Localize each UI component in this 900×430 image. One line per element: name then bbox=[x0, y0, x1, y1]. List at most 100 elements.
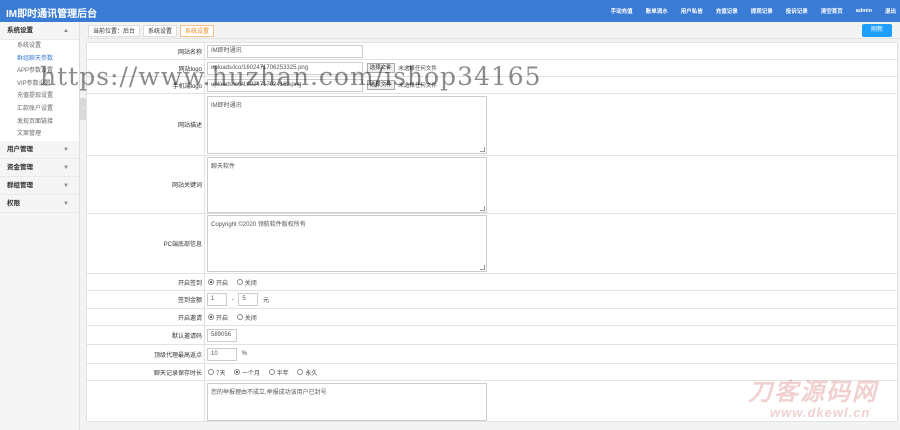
reject-notice-text: 您的举报理由不成立,举报成功该用户已封号 bbox=[211, 390, 327, 396]
chat-retention-halfyear-label: 半年 bbox=[276, 370, 289, 377]
chevron-down-icon: ▼ bbox=[63, 146, 69, 153]
chat-retention-radio-1month[interactable] bbox=[234, 369, 241, 375]
signin-open-off-label: 关闭 bbox=[244, 280, 257, 287]
nav-clear-home[interactable]: 清空首页 bbox=[821, 7, 843, 15]
nav-manual-recharge[interactable]: 手动充值 bbox=[611, 7, 633, 15]
sidebar-item-remit-account[interactable]: 汇款账户设置 bbox=[0, 103, 79, 116]
pc-logo-file-status: 未选择任何文件 bbox=[398, 66, 437, 72]
sidebar-item-vip-params[interactable]: VIP参数设置 bbox=[0, 78, 79, 91]
nav-logout[interactable]: 退出 bbox=[885, 7, 896, 15]
reject-notice-textarea[interactable]: 您的举报理由不成立,举报成功该用户已封号 bbox=[207, 383, 487, 421]
reject-notice-label bbox=[86, 380, 205, 422]
nav-bill-flow[interactable]: 账单流水 bbox=[646, 7, 668, 15]
resize-grip-icon[interactable] bbox=[480, 265, 485, 270]
pc-logo-label: 网站logo bbox=[86, 59, 205, 77]
nav-withdraw-records[interactable]: 提现记录 bbox=[751, 7, 773, 15]
menu-group-fund-management[interactable]: 资金管理 ▼ bbox=[0, 159, 79, 177]
form-row-chat-retention: 聊天记录保存时长 7天 一个月 半年 永久 bbox=[86, 363, 898, 381]
chat-retention-radio-halfyear[interactable] bbox=[268, 369, 275, 375]
invite-open-radio-on[interactable] bbox=[208, 314, 214, 320]
signin-open-radio-off[interactable] bbox=[236, 279, 243, 285]
nav-recharge-records[interactable]: 充值记录 bbox=[716, 7, 738, 15]
signin-open-on-label: 开启 bbox=[216, 280, 229, 287]
settings-table: 网站名称 IM即时通讯 网站logo uploads/ico/160247170… bbox=[86, 42, 898, 422]
site-name-input[interactable]: IM即时通讯 bbox=[207, 44, 363, 58]
app-title: IM即时通讯管理后台 bbox=[6, 9, 98, 20]
chat-retention-7days-label: 7天 bbox=[216, 370, 226, 377]
nav-admin-user[interactable]: admin bbox=[856, 8, 872, 14]
sidebar-item-group-chat-params[interactable]: 群组聊天参数 bbox=[0, 53, 79, 66]
chevron-down-icon: ▼ bbox=[63, 182, 69, 189]
menu-group-label: 资金管理 bbox=[7, 163, 33, 171]
breadcrumb-current[interactable]: 系统设置 bbox=[180, 25, 215, 37]
refresh-button[interactable]: 刷新 bbox=[862, 24, 892, 37]
sidebar-item-recharge-withdraw[interactable]: 充值提现设置 bbox=[0, 90, 79, 103]
breadcrumb-home[interactable]: 当前位置：后台 bbox=[88, 25, 141, 37]
site-desc-textarea[interactable]: IM即时通讯 bbox=[207, 95, 487, 154]
pc-logo-path-input[interactable]: uploads/ico/1602471706253325.png bbox=[207, 61, 363, 75]
form-row-default-invite-code: 默认邀请码 589056 bbox=[86, 325, 898, 345]
form-row-invite-open: 开启邀请 开启 关闭 bbox=[86, 308, 898, 326]
top-agent-rebate-label: 顶级代理最高返点 bbox=[86, 344, 205, 364]
sidebar-item-system-settings[interactable]: 系统设置 bbox=[0, 40, 79, 53]
form-row-site-name: 网站名称 IM即时通讯 bbox=[86, 42, 898, 60]
menu-group-system-settings[interactable]: 系统设置 ▲ bbox=[0, 22, 79, 40]
chat-retention-radio-7days[interactable] bbox=[208, 369, 214, 375]
mobile-logo-choose-file-button[interactable]: 选择文件 bbox=[366, 80, 395, 90]
menu-group-label: 群组管理 bbox=[7, 181, 33, 189]
menu-group-label: 用户管理 bbox=[7, 145, 33, 153]
signin-amount-unit: 元 bbox=[263, 298, 270, 304]
default-invite-code-input[interactable]: 589056 bbox=[207, 328, 237, 342]
signin-amount-max-input[interactable]: 5 bbox=[238, 293, 259, 306]
pc-logo-choose-file-button[interactable]: 选择文件 bbox=[366, 63, 395, 73]
sidebar-item-app-params[interactable]: APP参数设置 bbox=[0, 65, 79, 78]
form-row-site-keywords: 网站关键词 聊天软件 bbox=[86, 155, 898, 214]
chat-retention-1month-label: 一个月 bbox=[242, 370, 261, 377]
menu-group-label: 权限 bbox=[7, 199, 20, 207]
signin-open-radio-on[interactable] bbox=[208, 279, 214, 285]
breadcrumb: 当前位置：后台 系统设置 系统设置 刷新 bbox=[86, 22, 900, 39]
menu-group-label: 系统设置 bbox=[7, 27, 33, 34]
chevron-down-icon: ▼ bbox=[63, 164, 69, 171]
form-row-pc-logo: 网站logo uploads/ico/1602471706253325.png … bbox=[86, 59, 898, 77]
pc-footer-label: PC端底部信息 bbox=[86, 213, 205, 274]
top-agent-rebate-input[interactable]: 10 bbox=[207, 347, 237, 361]
menu-group-permissions[interactable]: 权限 ▼ bbox=[0, 195, 79, 213]
sidebar-item-discover-links[interactable]: 发现页面链接 bbox=[0, 116, 79, 129]
chevron-down-icon: ▼ bbox=[63, 200, 69, 207]
signin-open-label: 开启签到 bbox=[86, 273, 205, 291]
sidebar-item-copywriting[interactable]: 文案管理 bbox=[0, 128, 79, 141]
invite-open-off-label: 关闭 bbox=[244, 315, 257, 322]
mobile-logo-label: 手机端logo bbox=[86, 76, 205, 94]
site-name-label: 网站名称 bbox=[86, 42, 205, 60]
signin-amount-min-input[interactable]: 1 bbox=[207, 293, 227, 306]
form-row-signin-amount: 签到金额 1 - 5 元 bbox=[86, 290, 898, 309]
chevron-up-icon: ▲ bbox=[63, 28, 69, 34]
mobile-logo-path-input[interactable]: uploads/ico/16024717024162.png bbox=[207, 78, 363, 92]
pc-footer-text: Copyright ©2020 领航软件版权所有 bbox=[211, 222, 306, 228]
signin-amount-label: 签到金额 bbox=[86, 290, 205, 309]
top-bar: IM即时通讯管理后台 手动充值 账单流水 用户私信 充值记录 提现记录 投诉记录… bbox=[0, 0, 900, 22]
nav-complaint-records[interactable]: 投诉记录 bbox=[786, 7, 808, 15]
menu-group-user-management[interactable]: 用户管理 ▼ bbox=[0, 141, 79, 159]
top-agent-rebate-unit: % bbox=[241, 351, 248, 357]
form-row-mobile-logo: 手机端logo uploads/ico/16024717024162.png 选… bbox=[86, 76, 898, 94]
breadcrumb-system-settings[interactable]: 系统设置 bbox=[143, 25, 178, 37]
chat-retention-label: 聊天记录保存时长 bbox=[86, 363, 205, 381]
resize-grip-icon[interactable] bbox=[480, 146, 485, 152]
form-row-reject-notice: 您的举报理由不成立,举报成功该用户已封号 bbox=[86, 380, 898, 422]
submenu-system-settings: 系统设置 群组聊天参数 APP参数设置 VIP参数设置 充值提现设置 汇款账户设… bbox=[0, 40, 79, 141]
pc-footer-textarea[interactable]: Copyright ©2020 领航软件版权所有 bbox=[207, 215, 487, 272]
chat-retention-radio-forever[interactable] bbox=[297, 369, 304, 375]
default-invite-code-label: 默认邀请码 bbox=[86, 325, 205, 345]
invite-open-label: 开启邀请 bbox=[86, 308, 205, 326]
invite-open-on-label: 开启 bbox=[216, 315, 229, 322]
nav-user-messages[interactable]: 用户私信 bbox=[681, 7, 703, 15]
settings-form: 网站名称 IM即时通讯 网站logo uploads/ico/160247170… bbox=[86, 42, 900, 430]
resize-grip-icon[interactable] bbox=[480, 205, 485, 211]
mobile-logo-file-status: 未选择任何文件 bbox=[398, 83, 437, 89]
invite-open-radio-off[interactable] bbox=[236, 314, 243, 320]
menu-group-group-management[interactable]: 群组管理 ▼ bbox=[0, 177, 79, 195]
site-keywords-textarea[interactable]: 聊天软件 bbox=[207, 156, 487, 213]
site-desc-label: 网站描述 bbox=[86, 93, 205, 156]
